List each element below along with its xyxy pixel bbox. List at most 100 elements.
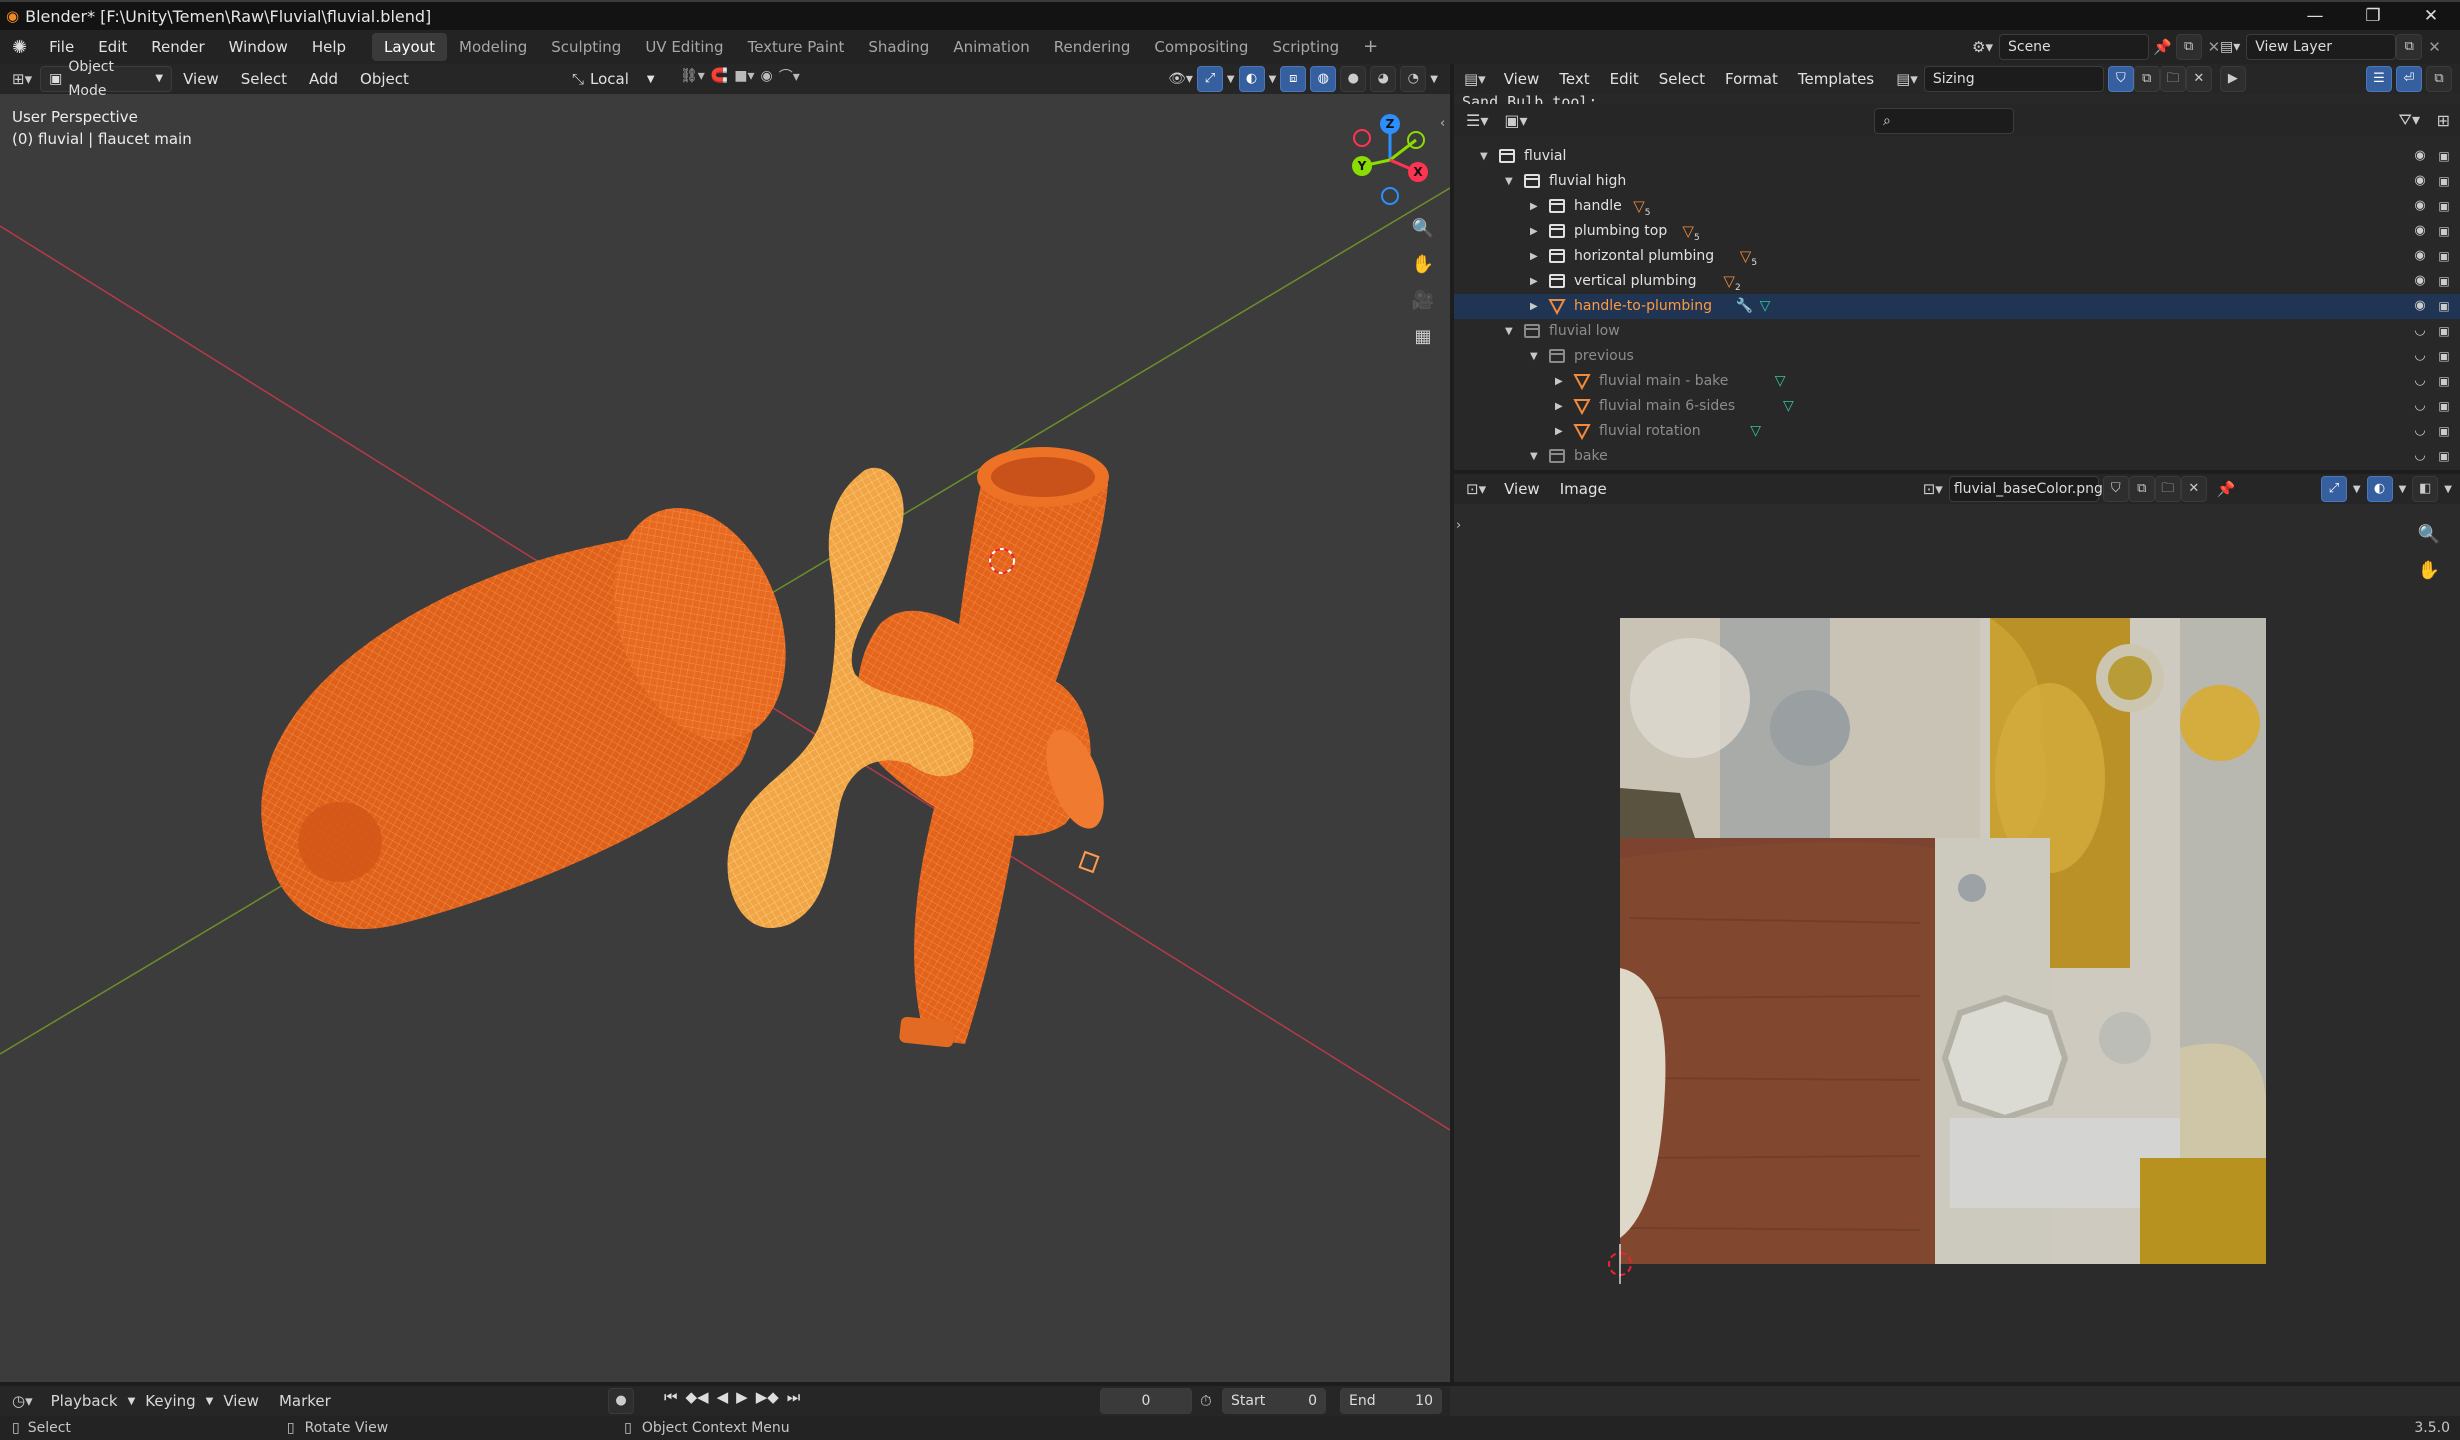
menu-window[interactable]: Window [217, 30, 300, 64]
tab-uv-editing[interactable]: UV Editing [633, 33, 735, 61]
tab-layout[interactable]: Layout [372, 33, 448, 61]
modifier-wrench-icon[interactable]: 🔧 [1736, 294, 1753, 319]
text-name-field[interactable]: Sizing [1923, 66, 2104, 92]
expand-arrow-right-icon[interactable]: ▶ [1530, 244, 1542, 269]
render-camera-icon[interactable]: ▣ [2436, 398, 2452, 414]
tab-modeling[interactable]: Modeling [447, 33, 539, 61]
image-editor-type-icon[interactable]: ⊡▾ [1454, 480, 1494, 498]
new-view-layer-icon[interactable]: ⧉ [2396, 34, 2423, 60]
text-datablock-icon[interactable]: ▤▾ [1884, 70, 1924, 88]
expand-arrow-down-icon[interactable]: ▼ [1480, 144, 1492, 169]
tl-menu-marker[interactable]: Marker [269, 1392, 341, 1410]
text-editor-content[interactable]: Sand Bulb tool: [1462, 94, 1597, 104]
mesh-data-icon[interactable]: ▽ [1783, 394, 1794, 419]
new-text-icon[interactable]: ⧉ [2133, 66, 2160, 92]
minimize-icon[interactable]: — [2286, 2, 2344, 30]
display-channels-icon[interactable]: ◧ [2412, 476, 2439, 502]
texture-image[interactable] [1620, 618, 2266, 1264]
camera-view-icon[interactable]: 🎥 [1408, 286, 1438, 316]
navigation-gizmo[interactable]: Z X Y [1340, 110, 1440, 210]
outliner-row[interactable]: ▶ plumbing top ▽5 ◉ ▣ [1454, 219, 2460, 244]
expand-arrow-right-icon[interactable]: ▶ [1530, 294, 1542, 319]
expand-arrow-right-icon[interactable]: ▶ [1555, 394, 1567, 419]
scene-name-field[interactable]: Scene [1998, 34, 2149, 60]
visible-eye-icon[interactable]: ◉ [2412, 298, 2428, 314]
close-icon[interactable]: ✕ [2402, 2, 2460, 30]
tab-scripting[interactable]: Scripting [1260, 33, 1351, 61]
visible-eye-icon[interactable]: ◉ [2412, 223, 2428, 239]
tab-sculpting[interactable]: Sculpting [539, 33, 633, 61]
render-camera-icon[interactable]: ▣ [2436, 323, 2452, 339]
hidden-eye-icon[interactable]: ◡ [2412, 323, 2428, 339]
tab-texture-paint[interactable]: Texture Paint [736, 33, 857, 61]
outliner-row[interactable]: ▼ previous ◡ ▣ [1454, 344, 2460, 369]
stopwatch-icon[interactable]: ⏱ [1200, 1392, 1212, 1410]
hidden-eye-icon[interactable]: ◡ [2412, 373, 2428, 389]
image-name-field[interactable]: fluvial_baseColor.png [1948, 476, 2103, 502]
view-layer-icon[interactable]: ▤▾ [2214, 39, 2246, 55]
word-wrap-icon[interactable]: ⏎ [2396, 66, 2422, 92]
tl-menu-view[interactable]: View [213, 1392, 269, 1410]
visible-eye-icon[interactable]: ◉ [2412, 248, 2428, 264]
pin-scene-icon[interactable]: 📌 [2149, 38, 2176, 56]
expand-arrow-down-icon[interactable]: ▼ [1505, 319, 1517, 344]
run-script-icon[interactable]: ▶ [2219, 66, 2246, 92]
unlink-text-icon[interactable]: ✕ [2185, 66, 2212, 92]
scene-icon[interactable]: ⚙▾ [1966, 38, 1999, 56]
render-camera-icon[interactable]: ▣ [2436, 248, 2452, 264]
current-frame-field[interactable]: 0 [1100, 1388, 1192, 1414]
render-camera-icon[interactable]: ▣ [2436, 223, 2452, 239]
hidden-eye-icon[interactable]: ◡ [2412, 423, 2428, 439]
ie-overlay-icon[interactable]: ◐ [2366, 476, 2393, 502]
play-reverse-icon[interactable]: ◀ [717, 1388, 729, 1406]
menu-help[interactable]: Help [300, 30, 358, 64]
image-editor-panel[interactable]: ⊡▾ View Image ⊡▾ fluvial_baseColor.png ⛉… [1454, 474, 2460, 1382]
pin-image-icon[interactable]: 📌 [2207, 480, 2246, 498]
image-browse-icon[interactable]: ⊡▾ [1917, 480, 1949, 498]
line-numbers-icon[interactable]: ☰ [2366, 66, 2392, 92]
outliner-row[interactable]: ▶ fluvial main - bake ▽ ◡ ▣ [1454, 369, 2460, 394]
te-menu-text[interactable]: Text [1549, 70, 1599, 88]
unlink-image-icon[interactable]: ✕ [2180, 476, 2207, 502]
fake-user-icon[interactable]: ⛉ [2107, 66, 2134, 92]
outliner-row[interactable]: ▶ vertical plumbing ▽2 ◉ ▣ [1454, 269, 2460, 294]
tl-menu-playback[interactable]: Playback [41, 1392, 128, 1410]
render-camera-icon[interactable]: ▣ [2436, 198, 2452, 214]
mesh-data-icon[interactable]: ▽ [1750, 419, 1761, 444]
outliner-row[interactable]: ▼ fluvial high ◉ ▣ [1454, 169, 2460, 194]
te-menu-format[interactable]: Format [1715, 70, 1788, 88]
outliner-row[interactable]: ▶ fluvial rotation ▽ ◡ ▣ [1454, 419, 2460, 444]
visible-eye-icon[interactable]: ◉ [2412, 148, 2428, 164]
render-camera-icon[interactable]: ▣ [2436, 423, 2452, 439]
render-camera-icon[interactable]: ▣ [2436, 148, 2452, 164]
open-image-icon[interactable]: 🗀 [2154, 476, 2181, 502]
add-workspace-icon[interactable]: + [1351, 33, 1390, 61]
render-camera-icon[interactable]: ▣ [2436, 373, 2452, 389]
pan-hand-icon[interactable]: ✋ [1408, 250, 1438, 280]
expand-arrow-right-icon[interactable]: ▶ [1555, 369, 1567, 394]
outliner-row[interactable]: ▶ handle ▽5 ◉ ▣ [1454, 194, 2460, 219]
outliner-row[interactable]: ▼ bake ◡ ▣ [1454, 444, 2460, 469]
ie-menu-view[interactable]: View [1494, 480, 1550, 498]
tab-animation[interactable]: Animation [941, 33, 1041, 61]
outliner-row[interactable]: ▼ fluvial low ◡ ▣ [1454, 319, 2460, 344]
te-menu-view[interactable]: View [1494, 70, 1550, 88]
blender-menu-icon[interactable]: ✺ [0, 37, 37, 58]
jump-start-icon[interactable]: ⏮ [664, 1388, 678, 1406]
open-text-icon[interactable]: 🗀 [2159, 66, 2186, 92]
hidden-eye-icon[interactable]: ◡ [2412, 348, 2428, 364]
expand-arrow-right-icon[interactable]: ▶ [1555, 419, 1567, 444]
visible-eye-icon[interactable]: ◉ [2412, 198, 2428, 214]
tab-shading[interactable]: Shading [856, 33, 941, 61]
expand-arrow-right-icon[interactable]: ▶ [1530, 194, 1542, 219]
sidebar-toggle-icon[interactable]: ‹ [1440, 116, 1445, 131]
mesh-data-icon[interactable]: ▽ [1775, 369, 1786, 394]
zoom-icon[interactable]: 🔍 [1408, 214, 1438, 244]
delete-view-layer-icon[interactable]: ✕ [2422, 38, 2447, 56]
timeline-type-icon[interactable]: ◷▾ [0, 1392, 41, 1410]
3d-viewport[interactable]: ⊞▾ ▣ Object Mode ▼ View Select Add Objec… [0, 59, 1450, 1382]
mesh-data-icon[interactable]: ▽ [1760, 294, 1771, 319]
expand-arrow-right-icon[interactable]: ▶ [1530, 219, 1542, 244]
visible-eye-icon[interactable]: ◉ [2412, 273, 2428, 289]
expand-arrow-down-icon[interactable]: ▼ [1530, 444, 1542, 469]
